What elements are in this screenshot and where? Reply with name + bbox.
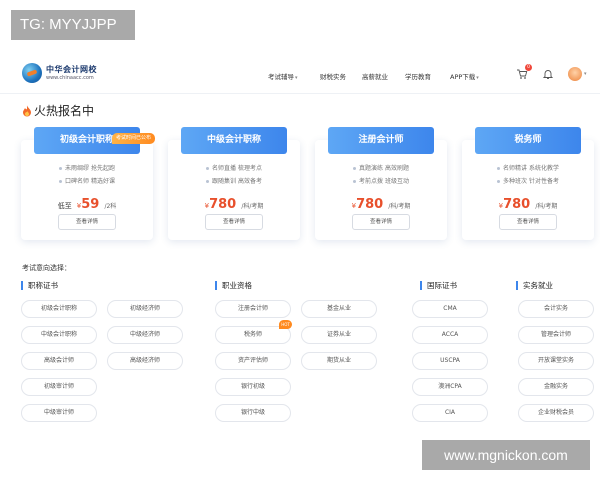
card-feature: 考前点拨 班级互动 [315,175,447,188]
card-feature: 多种班次 针对性备考 [462,175,594,188]
exam-option[interactable]: 中级经济师 [107,326,183,344]
exam-option[interactable]: 管理会计师 [518,326,594,344]
view-details-button[interactable]: 查看详情 [352,214,410,230]
nav-exam-tutoring[interactable]: 考试辅导▾ [268,71,298,81]
nav-education[interactable]: 学历教育 [405,71,431,81]
watermark-bottom: www.mgnickon.com [422,440,590,470]
exam-time-tag: 考试时间已公布 [111,133,155,144]
hot-title-text: 火热报名中 [34,104,95,118]
exam-option[interactable]: CIA [412,404,488,422]
direction-title: 考试意向选择： [22,264,71,272]
cart-count-badge: 0 [525,64,532,71]
card-title: 注册会计师 [328,127,434,154]
card-price: ¥780 /科/考期 [351,197,411,212]
course-card-cpa[interactable]: 注册会计师 真题演练 高效刷题 考前点拨 班级互动 ¥780 /科/考期 查看详… [315,127,447,240]
course-card-junior[interactable]: 初级会计职称 考试时间已公布 未雨绸缪 抢先起跑 口碑名师 精选好课 低至 ¥5… [21,127,155,240]
exam-option[interactable]: 银行初级 [215,378,291,396]
course-card-intermediate[interactable]: 中级会计职称 名师直播 梳理考点 跟随集训 高效备考 ¥780 /科/考期 查看… [168,127,300,240]
exam-option[interactable]: 开放课堂实务 [518,352,594,370]
card-feature: 真题演练 高效刷题 [315,162,447,175]
column-head-title-certs: 职称证书 [21,281,58,290]
bell-icon[interactable] [542,68,554,80]
exam-option[interactable]: 资产评估师 [215,352,291,370]
view-details-button[interactable]: 查看详情 [499,214,557,230]
bullet-dot [497,167,501,170]
card-price: 低至 ¥59 /2科 [57,197,117,212]
exam-option[interactable]: 基金从业 [301,300,377,318]
hot-badge: HOT [279,320,292,329]
logo[interactable]: 中华会计网校 www.chinaacc.com [22,63,97,83]
card-feature: 名师精讲 系统化教学 [462,162,594,175]
card-price: ¥780 /科/考期 [204,197,264,212]
exam-option[interactable]: 中级会计职称 [21,326,97,344]
bullet-dot [353,167,357,170]
exam-option[interactable]: 高级会计师 [21,352,97,370]
course-card-tax-agent[interactable]: 税务师 名师精讲 系统化教学 多种班次 针对性备考 ¥780 /科/考期 查看详… [462,127,594,240]
bullet-dot [353,180,357,183]
nav-app-download[interactable]: APP下载▾ [450,71,479,81]
exam-option[interactable]: 澳洲CPA [412,378,488,396]
card-feature: 跟随集训 高效备考 [168,175,300,188]
card-title: 税务师 [475,127,581,154]
card-feature: 口碑名师 精选好课 [21,175,153,188]
bullet-dot [497,180,501,183]
bullet-dot [59,180,63,183]
view-details-button[interactable]: 查看详情 [58,214,116,230]
exam-option[interactable]: CMA [412,300,488,318]
exam-option[interactable]: 注册会计师 [215,300,291,318]
chevron-down-icon: ▾ [476,75,479,81]
bullet-dot [59,167,63,170]
bullet-dot [206,167,210,170]
exam-option[interactable]: 初级经济师 [107,300,183,318]
logo-icon [22,63,42,83]
watermark-top: TG: MYYJJPP [11,10,135,40]
exam-option[interactable]: 中级审计师 [21,404,97,422]
column-head-international: 国际证书 [420,281,457,290]
card-feature: 未雨绸缪 抢先起跑 [21,162,153,175]
exam-option[interactable]: 证券从业 [301,326,377,344]
nav-tax-practice[interactable]: 财税实务 [320,71,346,81]
exam-option[interactable]: 期货从业 [301,352,377,370]
card-title: 中级会计职称 [181,127,287,154]
exam-option[interactable]: 企业财税会员 [518,404,594,422]
nav-employment[interactable]: 高薪就业 [362,71,388,81]
chevron-down-icon: ▾ [295,75,298,81]
logo-name: 中华会计网校 [46,64,97,74]
logo-url: www.chinaacc.com [46,74,94,81]
exam-option[interactable]: 会计实务 [518,300,594,318]
site-header: 中华会计网校 www.chinaacc.com 考试辅导▾ 财税实务 高薪就业 … [0,56,600,94]
exam-option[interactable]: 初级会计职称 [21,300,97,318]
exam-option[interactable]: ACCA [412,326,488,344]
column-head-practice: 实务就业 [516,281,553,290]
exam-option[interactable]: 银行中级 [215,404,291,422]
exam-option[interactable]: 金融实务 [518,378,594,396]
flame-icon [23,105,31,116]
exam-option[interactable]: 高级经济师 [107,352,183,370]
exam-option[interactable]: 初级审计师 [21,378,97,396]
hot-title: 火热报名中 [22,102,94,119]
bullet-dot [206,180,210,183]
avatar[interactable] [568,67,582,81]
view-details-button[interactable]: 查看详情 [205,214,263,230]
column-head-professional: 职业资格 [215,281,252,290]
chevron-down-icon: ▾ [584,71,587,77]
card-price: ¥780 /科/考期 [498,197,558,212]
card-feature: 名师直播 梳理考点 [168,162,300,175]
exam-option[interactable]: USCPA [412,352,488,370]
